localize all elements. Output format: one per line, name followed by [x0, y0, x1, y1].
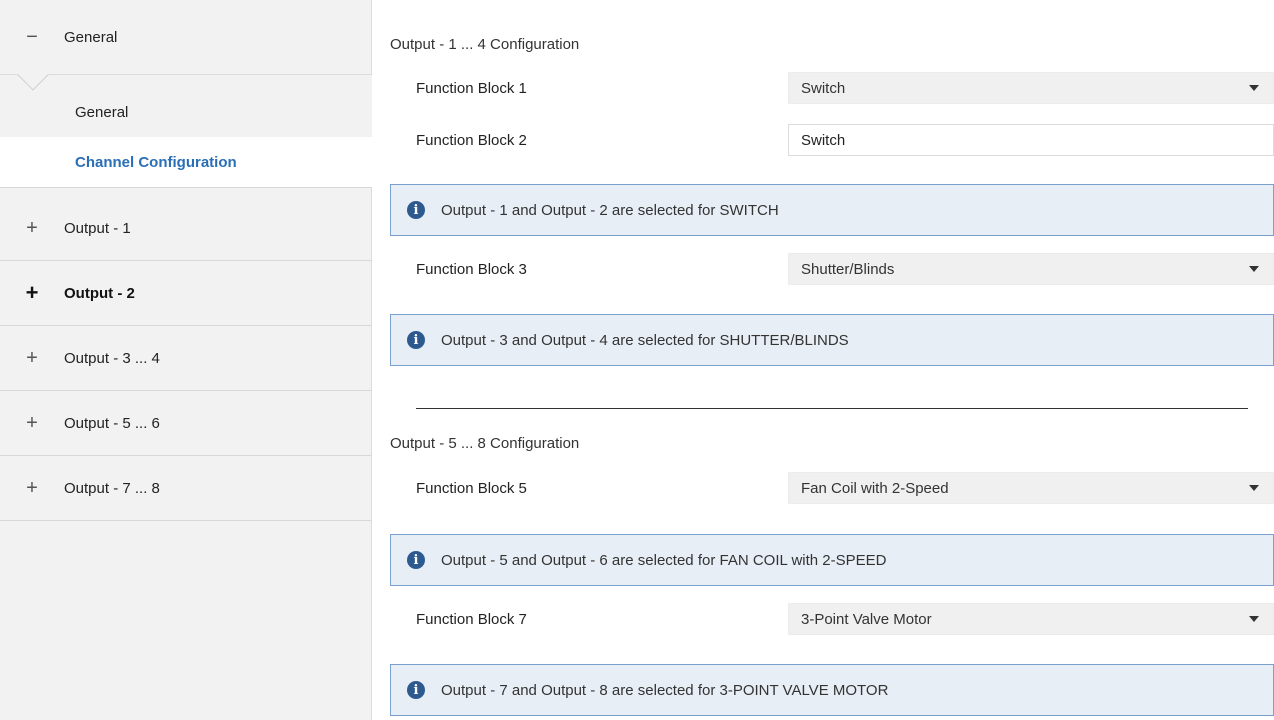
- field-label: Function Block 5: [416, 479, 527, 497]
- info-icon: i: [407, 331, 425, 349]
- select-value: Switch: [801, 79, 846, 97]
- field-label: Function Block 3: [416, 260, 527, 278]
- info-text: Output - 7 and Output - 8 are selected f…: [441, 681, 889, 699]
- sidebar-item-general[interactable]: General: [0, 87, 372, 137]
- info-text: Output - 1 and Output - 2 are selected f…: [441, 201, 779, 219]
- main-panel: Output - 1 ... 4 Configuration Function …: [373, 0, 1274, 720]
- sidebar-subpanel-general: General Channel Configuration: [0, 74, 372, 188]
- function-block-2-field[interactable]: Switch: [788, 124, 1274, 156]
- select-value: 3-Point Valve Motor: [801, 610, 932, 628]
- info-icon: i: [407, 681, 425, 699]
- info-text: Output - 3 and Output - 4 are selected f…: [441, 331, 849, 349]
- info-box-output-7-8: i Output - 7 and Output - 8 are selected…: [390, 664, 1274, 716]
- field-value: Switch: [801, 131, 846, 149]
- chevron-down-icon: [1249, 85, 1259, 91]
- expand-icon[interactable]: +: [0, 280, 64, 306]
- sidebar-group-output-2[interactable]: + Output - 2: [0, 261, 372, 326]
- sidebar-group-output-1[interactable]: + Output - 1: [0, 196, 372, 261]
- expand-icon[interactable]: +: [0, 217, 64, 240]
- select-value: Fan Coil with 2-Speed: [801, 479, 949, 497]
- sidebar-group-label: General: [64, 28, 118, 46]
- info-box-output-3-4: i Output - 3 and Output - 4 are selected…: [390, 314, 1274, 366]
- info-icon: i: [407, 201, 425, 219]
- sidebar-group-output-3-4[interactable]: + Output - 3 ... 4: [0, 326, 372, 391]
- function-block-3-select[interactable]: Shutter/Blinds: [788, 253, 1274, 285]
- sidebar-group-label: Output - 5 ... 6: [64, 414, 160, 432]
- select-value: Shutter/Blinds: [801, 260, 895, 278]
- info-text: Output - 5 and Output - 6 are selected f…: [441, 551, 887, 569]
- expand-icon[interactable]: +: [0, 477, 64, 500]
- section-divider: [416, 408, 1248, 409]
- function-block-1-select[interactable]: Switch: [788, 72, 1274, 104]
- field-label: Function Block 1: [416, 79, 527, 97]
- expand-icon[interactable]: +: [0, 347, 64, 370]
- field-label: Function Block 2: [416, 131, 527, 149]
- info-box-output-1-2: i Output - 1 and Output - 2 are selected…: [390, 184, 1274, 236]
- expand-icon[interactable]: +: [0, 412, 64, 435]
- sidebar-group-general[interactable]: − General: [0, 0, 372, 74]
- sidebar-group-label: Output - 3 ... 4: [64, 349, 160, 367]
- field-label: Function Block 7: [416, 610, 527, 628]
- sidebar-group-label: Output - 1: [64, 219, 131, 237]
- function-block-7-select[interactable]: 3-Point Valve Motor: [788, 603, 1274, 635]
- sidebar-group-output-7-8[interactable]: + Output - 7 ... 8: [0, 456, 372, 521]
- sidebar-group-label: Output - 2: [64, 284, 135, 302]
- info-icon: i: [407, 551, 425, 569]
- section-title-output-5-8: Output - 5 ... 8 Configuration: [390, 435, 580, 452]
- chevron-down-icon: [1249, 485, 1259, 491]
- chevron-down-icon: [1249, 616, 1259, 622]
- section-title-output-1-4: Output - 1 ... 4 Configuration: [390, 36, 580, 53]
- sidebar-group-output-5-6[interactable]: + Output - 5 ... 6: [0, 391, 372, 456]
- function-block-5-select[interactable]: Fan Coil with 2-Speed: [788, 472, 1274, 504]
- sidebar-group-label: Output - 7 ... 8: [64, 479, 160, 497]
- sidebar-item-channel-configuration[interactable]: Channel Configuration: [0, 137, 372, 187]
- sidebar: − General General Channel Configuration …: [0, 0, 372, 720]
- info-box-output-5-6: i Output - 5 and Output - 6 are selected…: [390, 534, 1274, 586]
- chevron-down-icon: [1249, 266, 1259, 272]
- collapse-icon[interactable]: −: [0, 26, 64, 49]
